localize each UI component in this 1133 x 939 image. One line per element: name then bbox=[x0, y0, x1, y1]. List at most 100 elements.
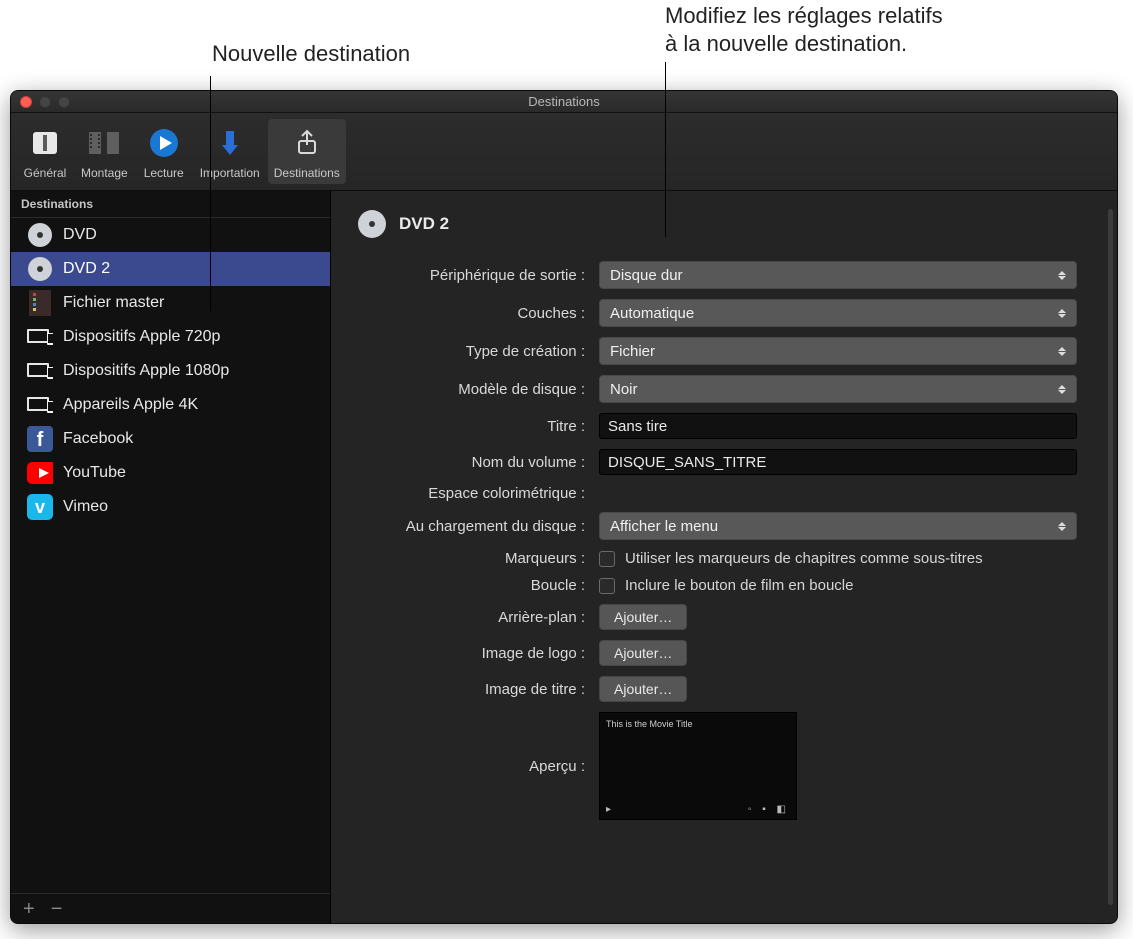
disc-icon bbox=[27, 222, 53, 248]
output-device-label: Périphérique de sortie : bbox=[357, 267, 585, 284]
remove-destination-button[interactable]: − bbox=[51, 899, 63, 919]
callout-pointer-left bbox=[210, 76, 211, 311]
chevron-updown-icon bbox=[1054, 517, 1070, 535]
background-add-button[interactable]: Ajouter… bbox=[599, 604, 687, 630]
toolbar-destinations[interactable]: Destinations bbox=[268, 119, 346, 184]
toolbar-playback-label: Lecture bbox=[144, 166, 184, 180]
sidebar-item-fichier-master[interactable]: Fichier master bbox=[11, 286, 330, 320]
sidebar-item-label: Appareils Apple 4K bbox=[63, 396, 198, 414]
window-title: Destinations bbox=[11, 94, 1117, 109]
toolbar-general[interactable]: Général bbox=[17, 119, 73, 184]
title-label: Titre : bbox=[357, 418, 585, 435]
sidebar-list: DVD DVD 2 Fichier master Dispositifs Apple … bbox=[11, 218, 330, 893]
sidebar-item-label: Vimeo bbox=[63, 498, 108, 516]
callout-line2: à la nouvelle destination. bbox=[665, 31, 907, 56]
volume-name-input[interactable]: DISQUE_SANS_TITRE bbox=[599, 449, 1077, 475]
logo-image-label: Image de logo : bbox=[357, 645, 585, 662]
disc-template-select[interactable]: Noir bbox=[599, 375, 1077, 403]
preferences-toolbar: Général Montage Lecture Importation Dest… bbox=[11, 113, 1117, 191]
filmstrip-icon bbox=[84, 123, 124, 163]
logo-image-add-button[interactable]: Ajouter… bbox=[599, 640, 687, 666]
layers-select[interactable]: Automatique bbox=[599, 299, 1077, 327]
build-type-label: Type de création : bbox=[357, 343, 585, 360]
loop-checkbox[interactable] bbox=[599, 578, 615, 594]
film-icon bbox=[27, 290, 53, 316]
svg-text:f: f bbox=[37, 429, 44, 451]
sidebar-item-appareils-apple-4k[interactable]: Appareils Apple 4K bbox=[11, 388, 330, 422]
switch-icon bbox=[25, 123, 65, 163]
loop-checkbox-label: Inclure le bouton de film en boucle bbox=[625, 577, 853, 594]
sidebar-item-dvd[interactable]: DVD bbox=[11, 218, 330, 252]
svg-text:v: v bbox=[35, 497, 45, 517]
sidebar-item-dvd-2[interactable]: DVD 2 bbox=[11, 252, 330, 286]
play-icon bbox=[144, 123, 184, 163]
facebook-icon: f bbox=[27, 426, 53, 452]
devices-icon bbox=[27, 358, 53, 384]
title-input[interactable]: Sans tire bbox=[599, 413, 1077, 439]
toolbar-destinations-label: Destinations bbox=[274, 166, 340, 180]
toolbar-editing[interactable]: Montage bbox=[75, 119, 134, 184]
chevron-updown-icon bbox=[1054, 342, 1070, 360]
add-destination-button[interactable]: + bbox=[23, 899, 35, 919]
chevron-updown-icon bbox=[1054, 266, 1070, 284]
devices-icon bbox=[27, 324, 53, 350]
sidebar-header: Destinations bbox=[11, 191, 330, 218]
sidebar-item-label: DVD bbox=[63, 226, 97, 244]
toolbar-import-label: Importation bbox=[200, 166, 260, 180]
markers-checkbox-label: Utiliser les marqueurs de chapitres comm… bbox=[625, 550, 983, 567]
callout-line1: Modifiez les réglages relatifs bbox=[665, 3, 943, 28]
preview-movie-title: This is the Movie Title bbox=[606, 719, 790, 729]
share-icon bbox=[287, 123, 327, 163]
toolbar-editing-label: Montage bbox=[81, 166, 128, 180]
title-image-label: Image de titre : bbox=[357, 681, 585, 698]
layers-label: Couches : bbox=[357, 305, 585, 322]
markers-checkbox[interactable] bbox=[599, 551, 615, 567]
preview-play-icon: ▸ bbox=[606, 804, 611, 815]
sidebar-item-label: Facebook bbox=[63, 430, 133, 448]
build-type-select[interactable]: Fichier bbox=[599, 337, 1077, 365]
chevron-updown-icon bbox=[1054, 304, 1070, 322]
title-image-add-button[interactable]: Ajouter… bbox=[599, 676, 687, 702]
output-device-select[interactable]: Disque dur bbox=[599, 261, 1077, 289]
preferences-window: Destinations Général Montage Lecture Imp… bbox=[10, 90, 1118, 924]
callout-new-destination: Nouvelle destination bbox=[212, 40, 410, 68]
sidebar-item-vimeo[interactable]: v Vimeo bbox=[11, 490, 330, 524]
on-disc-load-label: Au chargement du disque : bbox=[357, 518, 585, 535]
loop-label: Boucle : bbox=[357, 577, 585, 594]
background-label: Arrière-plan : bbox=[357, 609, 585, 626]
detail-title: DVD 2 bbox=[399, 214, 449, 234]
disc-template-label: Modèle de disque : bbox=[357, 381, 585, 398]
preview-label: Aperçu : bbox=[357, 758, 585, 775]
toolbar-general-label: Général bbox=[24, 166, 67, 180]
vimeo-icon: v bbox=[27, 494, 53, 520]
devices-icon bbox=[27, 392, 53, 418]
disc-icon bbox=[27, 256, 53, 282]
sidebar-item-label: Dispositifs Apple 720p bbox=[63, 328, 220, 346]
markers-label: Marqueurs : bbox=[357, 550, 585, 567]
sidebar-item-label: Fichier master bbox=[63, 294, 164, 312]
sidebar-item-dispositifs-apple-720p[interactable]: Dispositifs Apple 720p bbox=[11, 320, 330, 354]
toolbar-playback[interactable]: Lecture bbox=[136, 119, 192, 184]
callout-pointer-right bbox=[665, 62, 666, 237]
destinations-sidebar: Destinations DVD DVD 2 Fichier master Dispo… bbox=[11, 191, 331, 923]
sidebar-item-dispositifs-apple-1080p[interactable]: Dispositifs Apple 1080p bbox=[11, 354, 330, 388]
disc-icon bbox=[357, 209, 387, 239]
preview-thumbnail: This is the Movie Title ▸ ◦ ▪ ◧ bbox=[599, 712, 797, 820]
callout-modify-settings: Modifiez les réglages relatifs à la nouv… bbox=[665, 2, 1085, 57]
on-disc-load-select[interactable]: Afficher le menu bbox=[599, 512, 1077, 540]
sidebar-item-youtube[interactable]: YouTube bbox=[11, 456, 330, 490]
chevron-updown-icon bbox=[1054, 380, 1070, 398]
window-titlebar: Destinations bbox=[11, 91, 1117, 113]
import-arrow-icon bbox=[210, 123, 250, 163]
preview-buttons-icon: ◦ ▪ ◧ bbox=[748, 804, 790, 815]
volume-name-label: Nom du volume : bbox=[357, 454, 585, 471]
sidebar-item-label: DVD 2 bbox=[63, 260, 110, 278]
sidebar-item-label: YouTube bbox=[63, 464, 126, 482]
toolbar-import[interactable]: Importation bbox=[194, 119, 266, 184]
color-space-label: Espace colorimétrique : bbox=[357, 485, 585, 502]
sidebar-item-facebook[interactable]: f Facebook bbox=[11, 422, 330, 456]
destination-detail-panel: DVD 2 Périphérique de sortie : Disque du… bbox=[331, 191, 1117, 923]
youtube-icon bbox=[27, 460, 53, 486]
sidebar-item-label: Dispositifs Apple 1080p bbox=[63, 362, 229, 380]
sidebar-footer: + − bbox=[11, 893, 330, 923]
